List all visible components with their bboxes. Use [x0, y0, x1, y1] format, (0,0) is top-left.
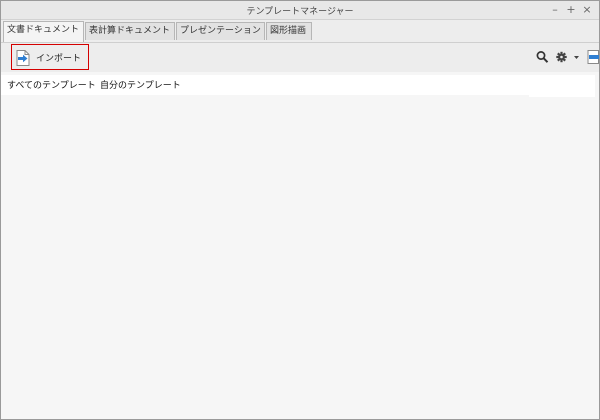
export-icon[interactable]	[587, 50, 599, 64]
close-button[interactable]: ×	[581, 3, 593, 16]
tab-bar: 文書ドキュメント 表計算ドキュメント プレゼンテーション 図形描画	[1, 20, 599, 42]
import-icon	[16, 50, 30, 66]
gear-icon[interactable]	[555, 50, 568, 64]
folder-all-templates[interactable]: すべてのテンプレート	[7, 78, 96, 91]
tab-drawings[interactable]: 図形描画	[266, 22, 312, 40]
import-button[interactable]: インポート	[11, 44, 89, 70]
toolbar: インポート	[1, 42, 599, 72]
minimize-button[interactable]: –	[549, 3, 561, 16]
folder-list: すべてのテンプレート 自分のテンプレート	[1, 75, 529, 95]
template-view: すべてのテンプレート 自分のテンプレート	[1, 72, 599, 419]
search-icon[interactable]	[536, 50, 549, 64]
side-panel	[529, 75, 595, 97]
chevron-down-icon[interactable]	[573, 50, 580, 64]
template-manager-window: テンプレートマネージャー – + × 文書ドキュメント 表計算ドキュメント プレ…	[0, 0, 600, 420]
tab-presentations[interactable]: プレゼンテーション	[176, 22, 265, 40]
folder-my-templates[interactable]: 自分のテンプレート	[100, 78, 181, 91]
maximize-button[interactable]: +	[565, 3, 577, 16]
import-label: インポート	[36, 54, 82, 64]
window-title: テンプレートマネージャー	[246, 7, 354, 17]
tab-text-documents[interactable]: 文書ドキュメント	[3, 21, 84, 42]
title-bar: テンプレートマネージャー – + ×	[1, 1, 599, 20]
tab-spreadsheets[interactable]: 表計算ドキュメント	[85, 22, 175, 40]
